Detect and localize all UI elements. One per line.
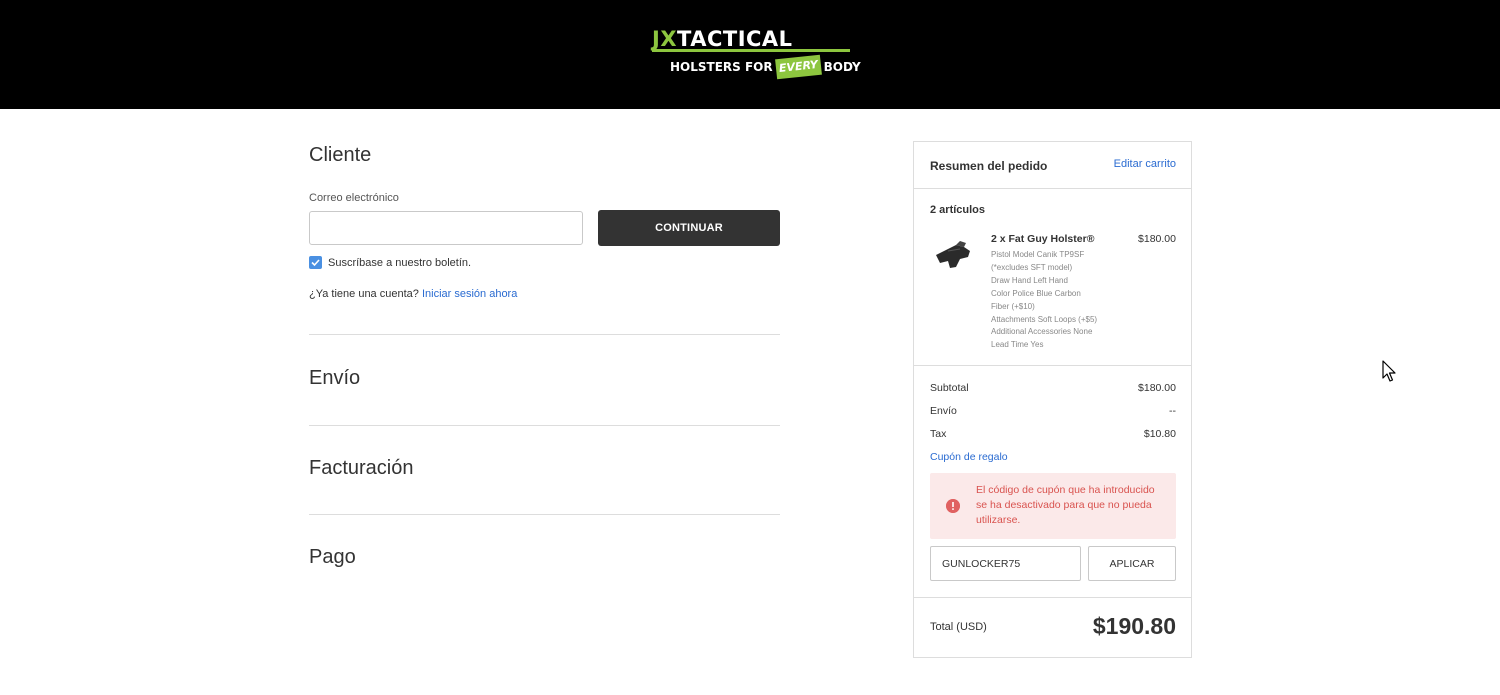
- error-icon: [946, 499, 960, 513]
- item-option: (*excludes SFT model): [991, 262, 1073, 272]
- section-divider: [309, 334, 780, 335]
- newsletter-option[interactable]: Suscríbase a nuestro boletín.: [309, 256, 471, 269]
- section-divider: [309, 514, 780, 515]
- payment-section-title: Pago: [309, 546, 356, 568]
- email-label: Correo electrónico: [309, 192, 399, 204]
- newsletter-checkbox[interactable]: [309, 256, 322, 269]
- item-count: 2 artículos: [930, 204, 986, 216]
- edit-cart-link[interactable]: Editar carrito: [1114, 158, 1176, 170]
- billing-section-title: Facturación: [309, 457, 414, 479]
- item-option: Attachments Soft Loops (+$5): [991, 314, 1098, 324]
- coupon-code-input[interactable]: [930, 546, 1081, 581]
- summary-divider: [914, 188, 1191, 189]
- tax-value: $10.80: [1143, 428, 1176, 440]
- apply-coupon-button[interactable]: APLICAR: [1088, 546, 1176, 581]
- item-price: $180.00: [1138, 233, 1176, 245]
- logo-tactical: TACTICAL: [677, 27, 793, 51]
- mouse-cursor-icon: [1382, 360, 1396, 382]
- subtotal-value: $180.00: [1138, 382, 1176, 394]
- total-label: Total (USD): [930, 621, 987, 633]
- newsletter-label: Suscríbase a nuestro boletín.: [328, 256, 472, 269]
- gift-coupon-link[interactable]: Cupón de regalo: [930, 451, 1008, 463]
- summary-divider: [914, 365, 1191, 366]
- section-divider: [309, 425, 780, 426]
- logo-stripe: [652, 49, 850, 52]
- continue-button[interactable]: CONTINUAR: [598, 210, 780, 246]
- subtotal-label: Subtotal: [930, 382, 969, 394]
- item-options: Pistol Model Canik TP9SF (*excludes SFT …: [991, 249, 1116, 352]
- item-option: Color Police Blue Carbon: [991, 288, 1081, 298]
- item-option: Pistol Model Canik TP9SF: [991, 250, 1085, 259]
- shipping-value: --: [1169, 405, 1176, 417]
- summary-divider: [914, 597, 1191, 598]
- order-summary: Resumen del pedido Editar carrito 2 artí…: [913, 141, 1192, 658]
- total-value: $190.80: [1092, 613, 1176, 639]
- tagline-left: HOLSTERS FOR: [670, 60, 773, 74]
- item-name: 2 x Fat Guy Holster®: [991, 233, 1095, 245]
- order-summary-title: Resumen del pedido: [930, 159, 1048, 173]
- item-option: Additional Accessories None: [991, 327, 1093, 337]
- shipping-label: Envío: [930, 405, 957, 417]
- logo-wordmark: JXTACTICAL: [652, 28, 850, 50]
- item-option: Lead Time Yes: [991, 340, 1044, 350]
- customer-section-title: Cliente: [309, 144, 372, 166]
- logo-jx: JX: [652, 27, 678, 51]
- item-option: Fiber (+$10): [991, 301, 1035, 311]
- coupon-error-message: El código de cupón que ha introducido se…: [976, 484, 1155, 526]
- tagline-every: EVERY: [774, 54, 822, 80]
- account-prompt-text: ¿Ya tiene una cuenta?: [309, 288, 419, 300]
- login-link[interactable]: Iniciar sesión ahora: [422, 288, 517, 300]
- holster-product-image: [936, 241, 970, 268]
- login-prompt: ¿Ya tiene una cuenta? Iniciar sesión aho…: [309, 288, 517, 300]
- logo-tagline: HOLSTERS FOR EVERY BODY: [670, 54, 861, 80]
- coupon-error-alert: El código de cupón que ha introducido se…: [930, 473, 1176, 539]
- site-header: JXTACTICAL HOLSTERS FOR EVERY BODY: [0, 0, 1500, 109]
- shipping-section-title: Envío: [309, 367, 361, 389]
- item-option: Draw Hand Left Hand: [991, 275, 1068, 285]
- jx-tactical-logo[interactable]: JXTACTICAL HOLSTERS FOR EVERY BODY: [652, 28, 861, 80]
- email-field[interactable]: [309, 211, 583, 245]
- tagline-right: BODY: [823, 60, 861, 74]
- tax-label: Tax: [930, 428, 947, 440]
- checkmark-icon: [311, 259, 320, 267]
